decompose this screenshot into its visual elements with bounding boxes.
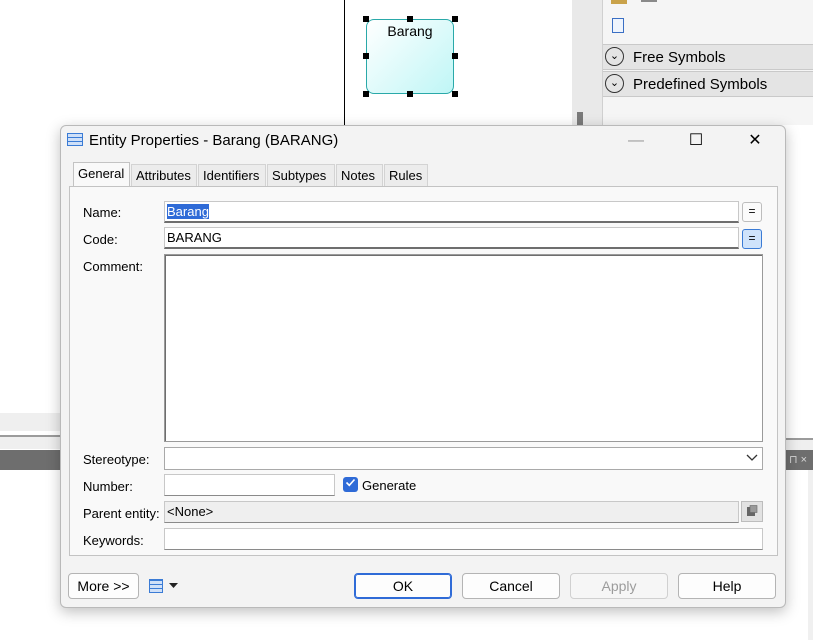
number-field[interactable] [164, 474, 335, 496]
cancel-button[interactable]: Cancel [462, 573, 560, 599]
maximize-button[interactable]: ☐ [673, 126, 719, 156]
background-splitter[interactable] [0, 435, 60, 449]
selection-handle[interactable] [407, 16, 413, 22]
tab-notes[interactable]: Notes [336, 164, 383, 186]
canvas-border [344, 0, 345, 125]
code-field[interactable]: BARANG [164, 227, 739, 249]
parent-entity-label: Parent entity: [83, 506, 160, 521]
diagram-canvas[interactable] [0, 0, 570, 125]
selection-handle[interactable] [363, 91, 369, 97]
chevron-down-icon[interactable] [746, 451, 758, 466]
selection-handle[interactable] [363, 53, 369, 59]
background-output-bar [0, 450, 60, 470]
selection-handle[interactable] [452, 16, 458, 22]
apply-button[interactable]: Apply [570, 573, 668, 599]
stereotype-combobox[interactable] [164, 447, 763, 470]
scrollbar-thumb[interactable] [577, 112, 583, 125]
help-button[interactable]: Help [678, 573, 776, 599]
comment-textarea[interactable] [164, 254, 763, 442]
background-splitter[interactable] [786, 438, 813, 450]
toolbox-group-predefined-symbols[interactable]: ⌄ Predefined Symbols [603, 71, 813, 97]
menu-icon [149, 579, 163, 593]
code-name-sync-button[interactable]: = [742, 229, 762, 249]
name-field-value: Barang [167, 204, 209, 219]
generate-label: Generate [362, 478, 417, 493]
selection-handle[interactable] [407, 91, 413, 97]
toolbox-tool-icon[interactable] [641, 0, 657, 2]
ok-button[interactable]: OK [354, 573, 452, 599]
entity-symbol-barang[interactable]: Barang [366, 19, 454, 94]
keywords-label: Keywords: [83, 533, 144, 548]
stereotype-label: Stereotype: [83, 452, 150, 467]
properties-icon [747, 505, 758, 516]
chevron-down-icon: ⌄ [605, 47, 624, 66]
entity-symbol-label: Barang [387, 23, 433, 39]
background-edge [808, 470, 813, 640]
generate-checkbox[interactable] [343, 477, 358, 492]
toolbox-tool-icon[interactable] [611, 0, 627, 4]
tab-attributes[interactable]: Attributes [131, 164, 197, 186]
comment-label: Comment: [83, 259, 143, 274]
selection-handle[interactable] [452, 91, 458, 97]
vertical-scrollbar[interactable] [572, 0, 602, 125]
document-icon[interactable] [612, 18, 624, 33]
property-menu-button[interactable] [147, 577, 183, 595]
entity-properties-dialog: Entity Properties - Barang (BARANG) — ☐ … [60, 125, 786, 608]
name-field[interactable]: Barang [164, 201, 739, 223]
entity-table-icon [67, 133, 83, 146]
name-code-sync-button[interactable]: = [742, 202, 762, 222]
selection-handle[interactable] [452, 53, 458, 59]
keywords-field[interactable] [164, 528, 763, 550]
tab-rules[interactable]: Rules [384, 164, 428, 186]
more-button[interactable]: More >> [68, 573, 139, 599]
name-label: Name: [83, 205, 122, 220]
minimize-button[interactable]: — [613, 126, 659, 156]
close-button[interactable]: ✕ [732, 126, 778, 156]
number-label: Number: [83, 479, 133, 494]
tab-subtypes[interactable]: Subtypes [267, 164, 335, 186]
check-icon [345, 478, 356, 487]
chevron-down-icon: ⌄ [605, 74, 624, 93]
tab-identifiers[interactable]: Identifiers [198, 164, 266, 186]
background-output-bar: ⊓ × [786, 450, 813, 470]
parent-entity-field: <None> [164, 501, 739, 523]
selection-handle[interactable] [363, 16, 369, 22]
pin-close-icon[interactable]: ⊓ × [789, 453, 807, 466]
tab-general[interactable]: General [73, 162, 130, 187]
code-label: Code: [83, 232, 118, 247]
dropdown-arrow-icon [169, 583, 178, 588]
toolbox-group-free-symbols[interactable]: ⌄ Free Symbols [603, 44, 813, 70]
parent-entity-properties-button[interactable] [741, 501, 763, 522]
dialog-title: Entity Properties - Barang (BARANG) [89, 132, 339, 149]
background-panel [0, 413, 60, 431]
